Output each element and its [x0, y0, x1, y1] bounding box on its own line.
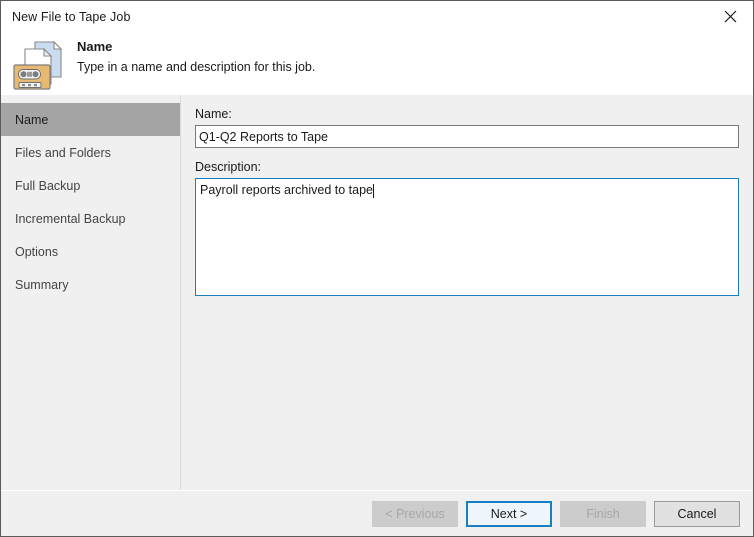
cancel-button-label: Cancel — [678, 507, 717, 521]
sidebar-item-options[interactable]: Options — [1, 235, 180, 268]
previous-button: < Previous — [372, 501, 458, 527]
close-button[interactable] — [707, 2, 753, 32]
name-field-label: Name: — [195, 107, 739, 121]
new-file-to-tape-job-dialog: New File to Tape Job — [0, 0, 754, 537]
dialog-body: Name Files and Folders Full Backup Incre… — [1, 95, 753, 490]
sidebar-item-full-backup[interactable]: Full Backup — [1, 169, 180, 202]
dialog-header: Name Type in a name and description for … — [1, 32, 753, 95]
description-text-line: Payroll reports archived to tape — [200, 183, 734, 198]
page-title: Name — [77, 39, 315, 55]
sidebar-item-incremental-backup[interactable]: Incremental Backup — [1, 202, 180, 235]
cancel-button[interactable]: Cancel — [654, 501, 740, 527]
sidebar-item-label: Full Backup — [15, 179, 80, 193]
previous-button-label: < Previous — [385, 507, 444, 521]
sidebar-item-files-and-folders[interactable]: Files and Folders — [1, 136, 180, 169]
sidebar-item-summary[interactable]: Summary — [1, 268, 180, 301]
sidebar-item-label: Incremental Backup — [15, 212, 125, 226]
description-input[interactable]: Payroll reports archived to tape — [195, 178, 739, 296]
page-subtitle: Type in a name and description for this … — [77, 59, 315, 75]
tape-job-icon — [10, 33, 70, 93]
description-field-label: Description: — [195, 160, 739, 174]
text-caret — [373, 184, 374, 198]
sidebar-item-label: Options — [15, 245, 58, 259]
header-text-block: Name Type in a name and description for … — [77, 33, 315, 75]
next-button[interactable]: Next > — [466, 501, 552, 527]
finish-button-label: Finish — [586, 507, 619, 521]
field-spacer — [195, 148, 739, 160]
sidebar-item-label: Name — [15, 113, 48, 127]
next-button-label: Next > — [491, 507, 527, 521]
wizard-steps-sidebar: Name Files and Folders Full Backup Incre… — [1, 95, 181, 490]
sidebar-item-label: Summary — [15, 278, 68, 292]
description-value: Payroll reports archived to tape — [200, 183, 373, 198]
finish-button: Finish — [560, 501, 646, 527]
window-title: New File to Tape Job — [12, 10, 131, 24]
name-input[interactable] — [195, 125, 739, 148]
form-panel: Name: Description: Payroll reports archi… — [181, 95, 753, 490]
sidebar-item-name[interactable]: Name — [1, 103, 180, 136]
title-bar: New File to Tape Job — [1, 1, 753, 32]
dialog-footer: < Previous Next > Finish Cancel — [1, 490, 753, 536]
close-icon — [724, 10, 737, 23]
sidebar-item-label: Files and Folders — [15, 146, 111, 160]
